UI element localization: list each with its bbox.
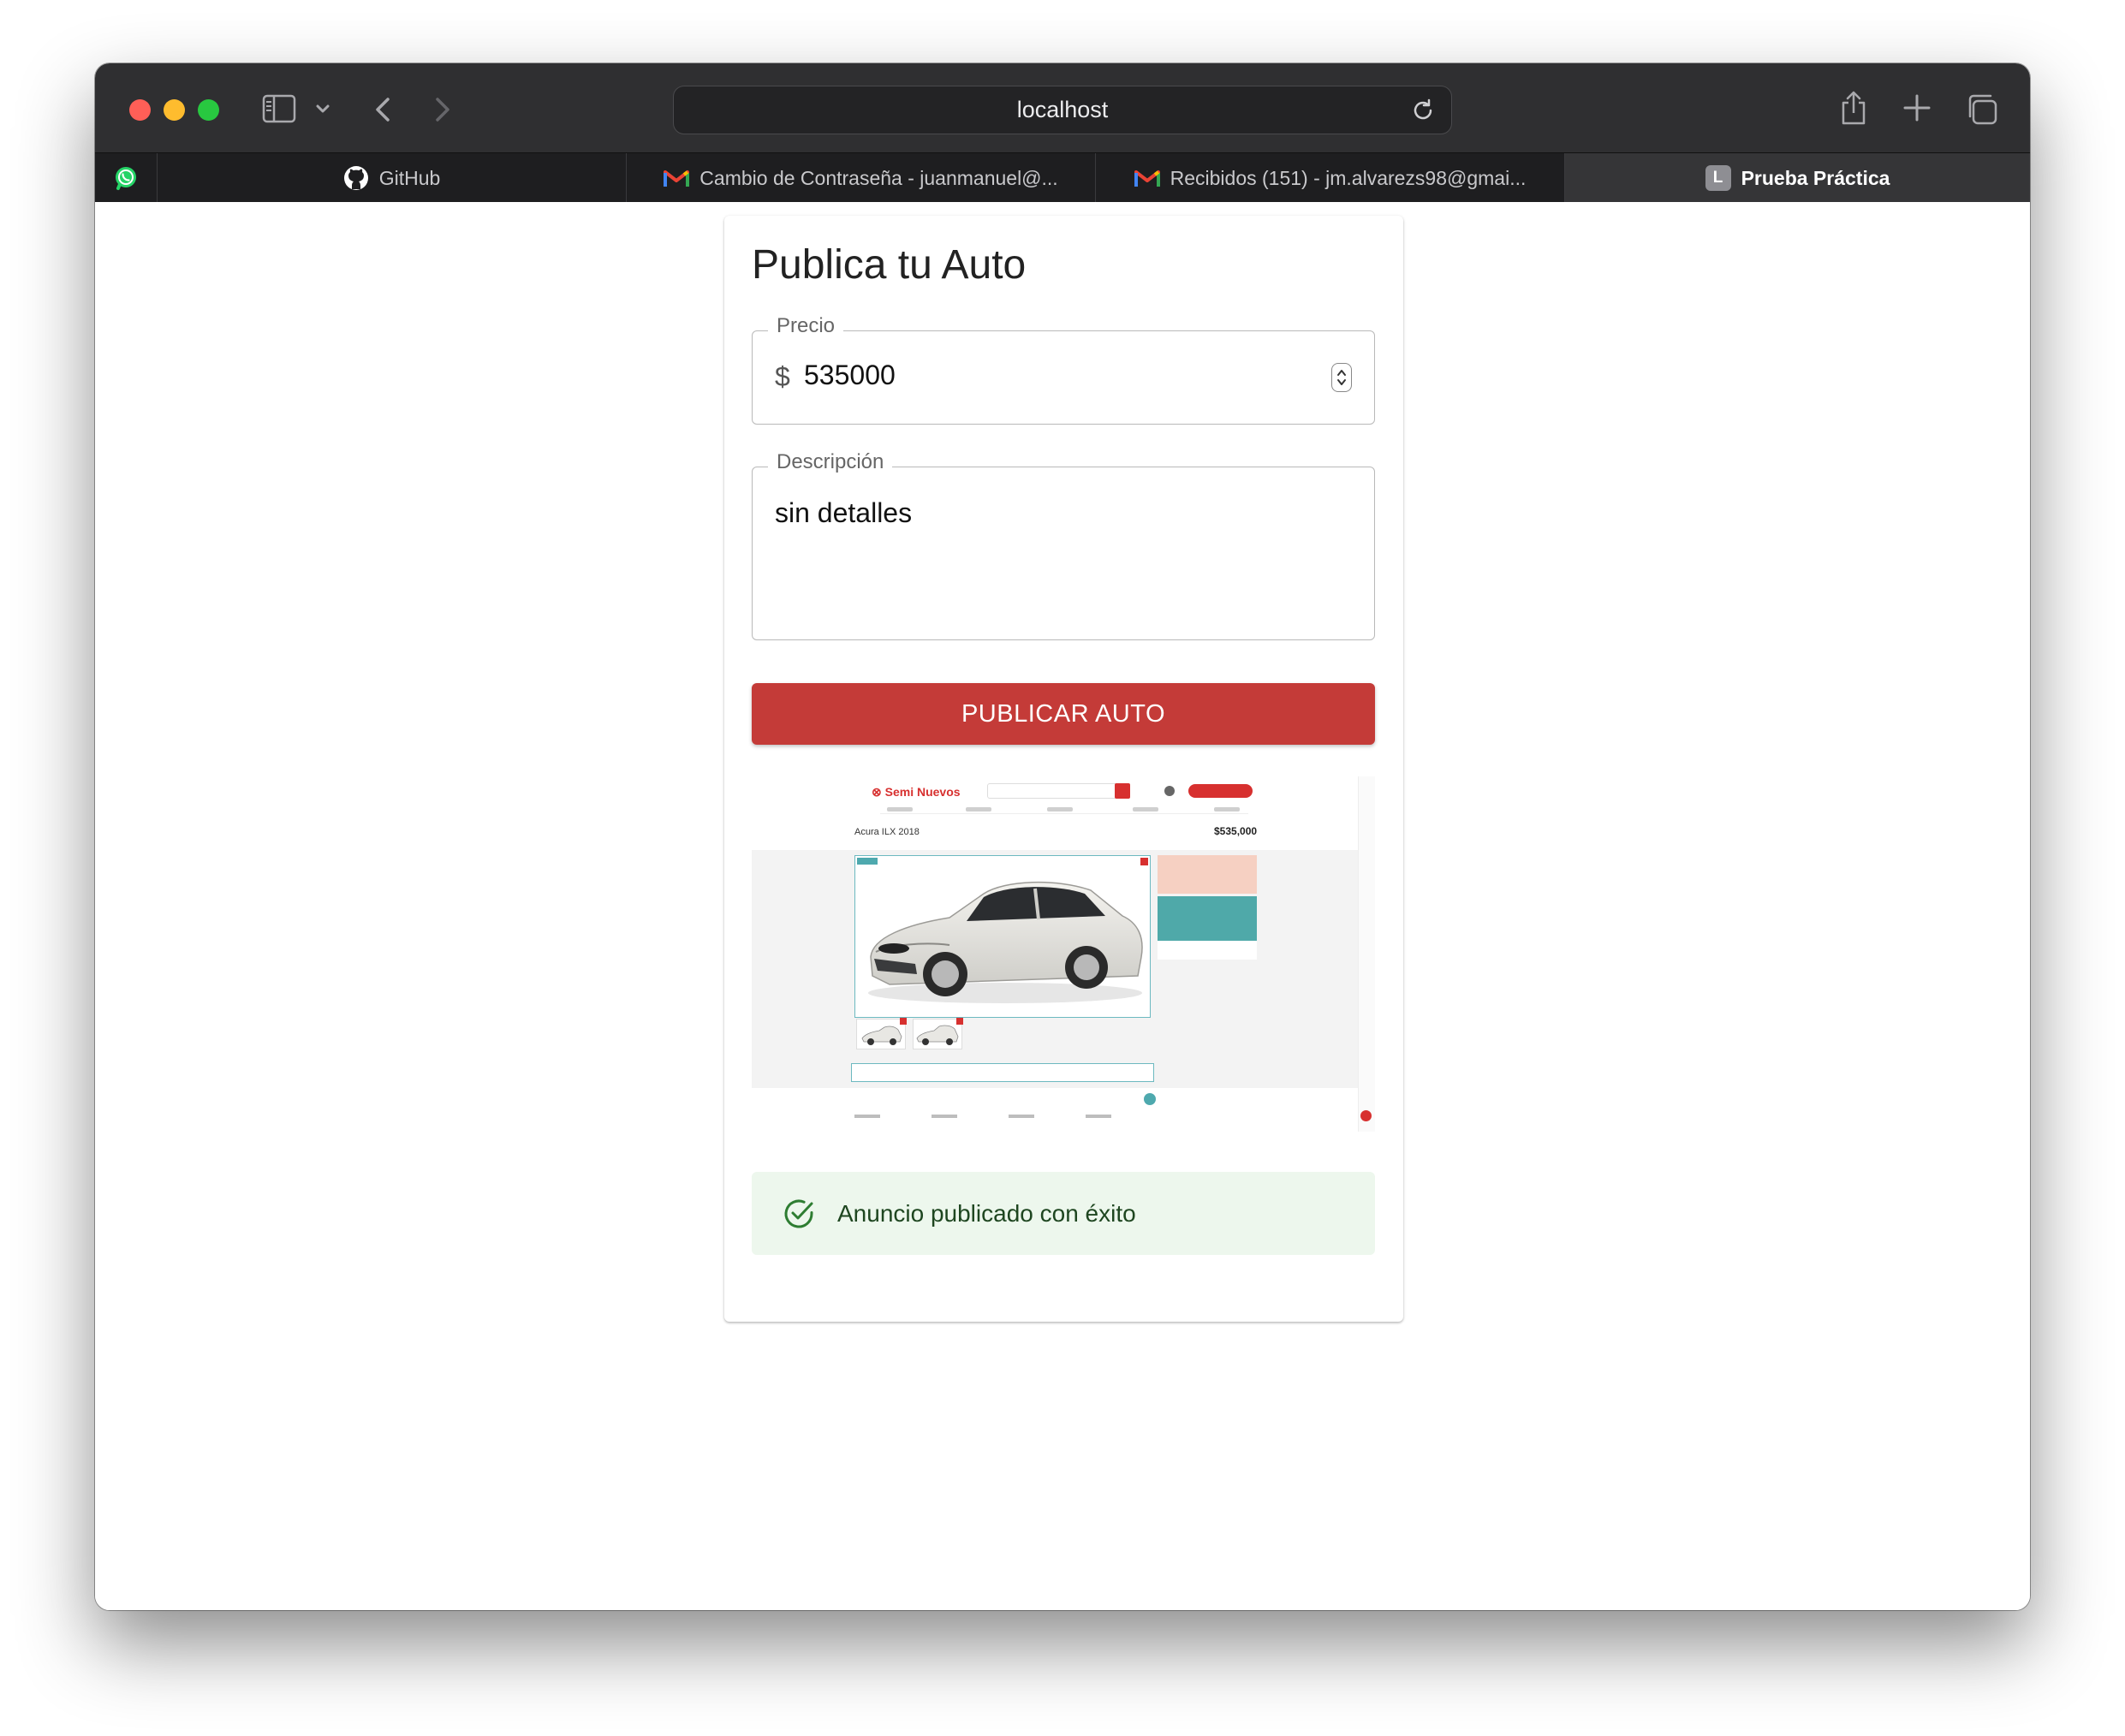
description-label: Descripción	[768, 450, 893, 474]
preview-help-icon	[1360, 1110, 1372, 1121]
price-field[interactable]: Precio $ 535000	[752, 314, 1375, 425]
tab-whatsapp[interactable]	[95, 153, 157, 203]
number-stepper-icon[interactable]	[1331, 363, 1352, 392]
share-icon[interactable]	[1838, 89, 1869, 127]
tab-label: GitHub	[378, 166, 441, 189]
preview-spec	[854, 1115, 880, 1118]
whatsapp-icon	[113, 165, 139, 191]
publish-card: Publica tu Auto Precio $ 535000 Descripc…	[724, 216, 1403, 1322]
tab-overview-icon[interactable]	[1965, 92, 1999, 127]
preview-delete-icon	[1140, 858, 1148, 865]
preview-verify-card	[1158, 855, 1257, 894]
maximize-window-button[interactable]	[198, 99, 219, 121]
minimize-window-button[interactable]	[164, 99, 185, 121]
back-arrow-icon[interactable]	[371, 94, 396, 125]
car-illustration	[868, 881, 1143, 1003]
currency-prefix: $	[775, 361, 790, 392]
tab-gmail-password[interactable]: Cambio de Contraseña - juanmanuel@...	[626, 153, 1095, 203]
preview-avatar	[1164, 786, 1175, 796]
preview-thumbnail	[913, 1018, 963, 1049]
tab-label: Recibidos (151) - jm.alvarezs98@gmai...	[1170, 166, 1527, 189]
close-window-button[interactable]	[129, 99, 151, 121]
reload-icon[interactable]	[1410, 98, 1436, 123]
address-text: localhost	[1016, 97, 1109, 122]
check-circle-icon	[783, 1198, 815, 1230]
preview-plan-link	[1158, 941, 1257, 960]
tab-github[interactable]: GitHub	[157, 153, 626, 203]
preview-scrollbar	[1358, 776, 1375, 1132]
page-title: Publica tu Auto	[752, 242, 1027, 288]
preview-car-price: $535,000	[1214, 825, 1258, 837]
price-input[interactable]: 535000	[804, 360, 896, 391]
tab-label: Prueba Práctica	[1741, 166, 1890, 189]
preview-search-bar	[987, 783, 1124, 799]
preview-nav-item	[1214, 807, 1240, 812]
preview-main-photo	[854, 855, 1151, 1018]
preview-nav-item	[966, 807, 991, 812]
gmail-icon	[1134, 168, 1160, 188]
preview-add-images-link	[851, 1063, 1154, 1082]
description-field[interactable]: Descripción sin detalles	[752, 450, 1375, 640]
preview-spec	[932, 1115, 957, 1118]
tab-bar: GitHub Cambio de Contraseña - juanmanuel…	[95, 152, 2030, 203]
new-tab-plus-icon[interactable]	[1902, 92, 1932, 123]
preview-nav-item	[887, 807, 913, 812]
price-label: Precio	[768, 314, 844, 338]
browser-toolbar: localhost	[95, 63, 2030, 152]
sidebar-toggle-icon[interactable]	[262, 94, 296, 123]
preview-sell-faster-card	[1158, 896, 1257, 941]
preview-nav-item	[1047, 807, 1073, 812]
alert-message: Anuncio publicado con éxito	[837, 1200, 1136, 1227]
preview-car-title: Acura ILX 2018	[854, 827, 920, 837]
tab-prueba-practica[interactable]: L Prueba Práctica	[1564, 153, 2030, 203]
address-bar[interactable]: localhost	[673, 86, 1452, 134]
uploaded-image-preview: ⊗ Semi Nuevos Acura ILX 2018 $535,000	[752, 776, 1375, 1132]
tab-label: Cambio de Contraseña - juanmanuel@...	[699, 166, 1058, 189]
forward-arrow-icon[interactable]	[429, 94, 455, 125]
tab-gmail-inbox[interactable]: Recibidos (151) - jm.alvarezs98@gmai...	[1095, 153, 1564, 203]
preview-main-tag	[857, 858, 878, 865]
preview-site-logo: ⊗ Semi Nuevos	[872, 785, 961, 799]
preview-spec	[1086, 1115, 1111, 1118]
preview-search-button	[1115, 783, 1130, 799]
preview-spec	[1009, 1115, 1034, 1118]
preview-nav-item	[1133, 807, 1158, 812]
page-content: Publica tu Auto Precio $ 535000 Descripc…	[95, 202, 2030, 1610]
chevron-down-icon[interactable]	[313, 98, 332, 120]
success-alert: Anuncio publicado con éxito	[752, 1172, 1375, 1255]
description-textarea[interactable]: sin detalles	[775, 497, 912, 529]
preview-thumbnail	[856, 1018, 907, 1049]
preview-chat-icon	[1144, 1093, 1156, 1105]
browser-window: localhost GitHub Cambio de Contraseña - …	[95, 63, 2030, 1610]
l-badge-icon: L	[1705, 165, 1731, 191]
github-icon	[343, 165, 369, 191]
gmail-icon	[664, 168, 690, 188]
publish-car-button[interactable]: PUBLICAR AUTO	[752, 683, 1375, 745]
preview-sell-button	[1188, 784, 1253, 798]
